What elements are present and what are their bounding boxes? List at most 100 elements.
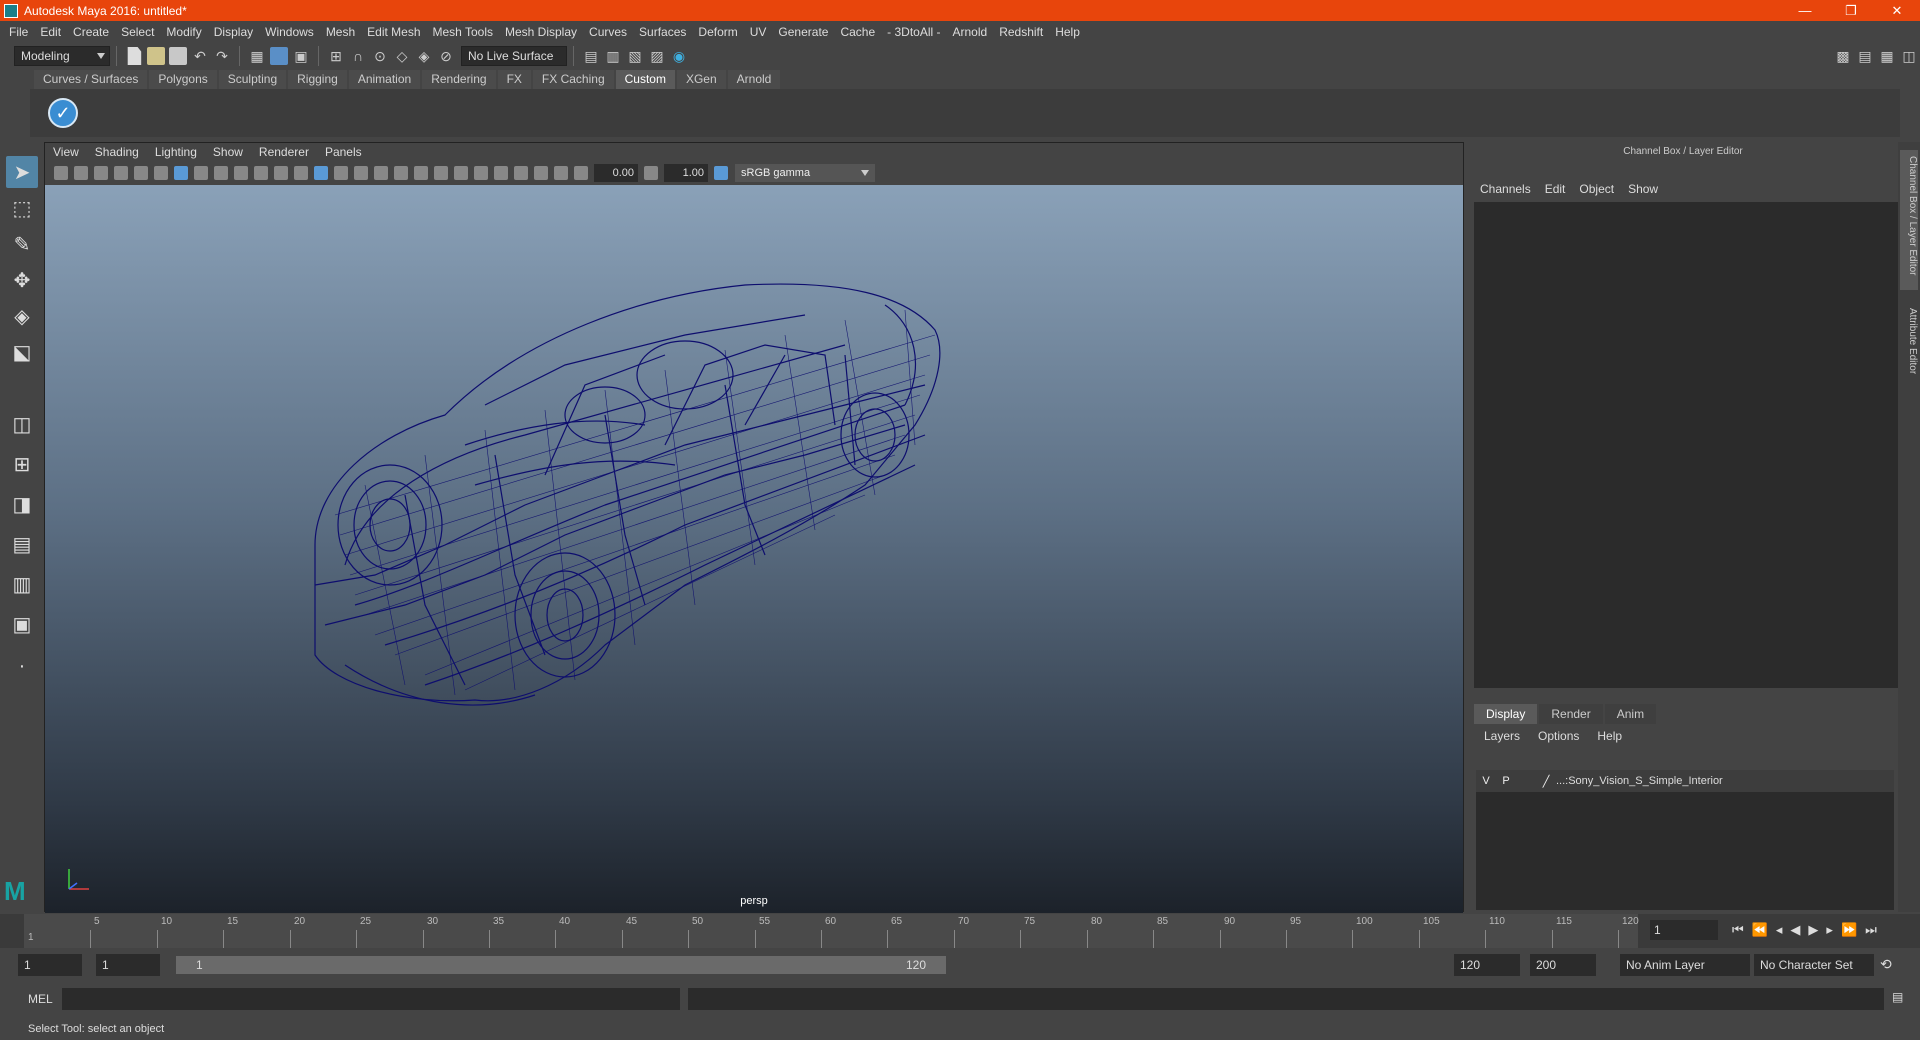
snap-curve-icon[interactable]: ∩ [349,47,367,65]
go-to-end-icon[interactable]: ⏭ [1865,922,1877,938]
animation-end-field[interactable]: 200 [1530,954,1596,976]
make-live-icon[interactable]: ⊘ [437,47,455,65]
exposure-icon[interactable] [574,166,588,180]
gamma-field[interactable]: 1.00 [664,164,708,182]
layout-outliner-icon[interactable]: ▤ [6,528,38,560]
redo-icon[interactable]: ↷ [213,47,231,65]
lasso-tool-icon[interactable]: ⬚ [6,192,38,224]
play-backwards-icon[interactable]: ◀ [1790,922,1800,938]
range-slider[interactable]: 1 120 [176,956,946,974]
layout-two-icon[interactable]: ◨ [6,488,38,520]
menu-channels[interactable]: Channels [1480,182,1531,196]
layer-row[interactable]: V P ╱ ...:Sony_Vision_S_Simple_Interior [1476,770,1894,792]
wireframe-on-shaded-icon[interactable] [354,166,368,180]
grease-pencil-icon[interactable] [154,166,168,180]
3d-scene[interactable]: persp [45,185,1463,913]
attribute-editor-toggle-icon[interactable]: ▤ [1856,47,1874,65]
bookmark-icon[interactable] [94,166,108,180]
step-back-key-icon[interactable]: ◂ [1776,922,1783,938]
snap-plane-icon[interactable]: ◇ [393,47,411,65]
undo-icon[interactable]: ↶ [191,47,209,65]
select-tool-icon[interactable]: ➤ [6,156,38,188]
shelf-tab-rigging[interactable]: Rigging [288,70,347,89]
menu-edit-mesh[interactable]: Edit Mesh [367,25,420,39]
menu-mesh[interactable]: Mesh [326,25,355,39]
menu-uv[interactable]: UV [750,25,767,39]
modeling-toolkit-icon[interactable]: ▩ [1834,47,1852,65]
go-to-start-icon[interactable]: ⏮ [1732,922,1744,938]
motion-blur-icon[interactable] [534,166,548,180]
grid-toggle-icon[interactable] [174,166,188,180]
select-component-icon[interactable]: ▣ [292,47,310,65]
menu-cb-edit[interactable]: Edit [1545,182,1566,196]
snap-point-icon[interactable]: ⊙ [371,47,389,65]
play-forwards-icon[interactable]: ▶ [1808,922,1818,938]
menu-3dtoall[interactable]: - 3DtoAll - [887,25,940,39]
anim-layer-dropdown[interactable]: No Anim Layer [1620,954,1750,976]
close-button[interactable]: ✕ [1874,0,1920,21]
menu-surfaces[interactable]: Surfaces [639,25,686,39]
side-tab-channel-box[interactable]: Channel Box / Layer Editor [1900,150,1918,290]
snap-surface-icon[interactable]: ◈ [415,47,433,65]
image-plane-icon[interactable] [114,166,128,180]
menu-mesh-display[interactable]: Mesh Display [505,25,577,39]
menu-edit[interactable]: Edit [40,25,61,39]
current-frame-field[interactable]: 1 [1650,920,1718,940]
shelf-tab-custom[interactable]: Custom [615,70,675,89]
menu-layer-help[interactable]: Help [1597,729,1622,743]
xray-components-icon[interactable] [474,166,488,180]
shadows-icon[interactable] [414,166,428,180]
anti-aliasing-icon[interactable] [554,166,568,180]
shelf-tab-animation[interactable]: Animation [348,70,421,89]
menu-cache[interactable]: Cache [840,25,875,39]
tab-anim[interactable]: Anim [1604,704,1657,724]
time-ruler[interactable]: 1 5 10 15 20 25 30 35 40 45 50 55 60 65 70 75 80 85 90 95 1… [24,914,1639,948]
menu-create[interactable]: Create [73,25,109,39]
shelf-tab-curves-surfaces[interactable]: Curves / Surfaces [34,70,148,89]
ipr-render-icon[interactable]: ▧ [626,47,644,65]
layer-playback-toggle[interactable]: P [1496,775,1516,787]
menu-generate[interactable]: Generate [778,25,828,39]
menu-display[interactable]: Display [214,25,253,39]
save-scene-icon[interactable] [169,47,187,65]
shelf-tab-xgen[interactable]: XGen [676,70,726,89]
viewport-menu-shading[interactable]: Shading [95,145,139,159]
resolution-gate-icon[interactable] [214,166,228,180]
new-scene-icon[interactable] [127,47,142,65]
script-editor-icon[interactable]: ▤ [1892,990,1903,1004]
step-forward-key-icon[interactable]: ▸ [1826,922,1833,938]
step-forward-icon[interactable]: ⏩ [1841,922,1857,938]
more-layouts-icon[interactable]: · [6,650,38,682]
shelf-tab-sculpting[interactable]: Sculpting [218,70,287,89]
smooth-shade-icon[interactable] [334,166,348,180]
menu-windows[interactable]: Windows [265,25,314,39]
viewport-menu-show[interactable]: Show [213,145,243,159]
menu-select[interactable]: Select [121,25,154,39]
rotate-tool-icon[interactable]: ◈ [6,300,38,332]
render-settings-icon[interactable]: ▨ [648,47,666,65]
shelf-tab-fx-caching[interactable]: FX Caching [532,70,614,89]
isolate-select-icon[interactable] [494,166,508,180]
auto-key-icon[interactable]: ⟲ [1880,956,1892,973]
menu-object[interactable]: Object [1579,182,1614,196]
snap-grid-icon[interactable]: ⊞ [327,47,345,65]
layer-name[interactable]: ...:Sony_Vision_S_Simple_Interior [1556,775,1723,787]
mode-dropdown[interactable]: Modeling [14,46,110,66]
textured-icon[interactable] [374,166,388,180]
menu-modify[interactable]: Modify [166,25,201,39]
minimize-button[interactable]: — [1782,0,1828,21]
viewport-menu-view[interactable]: View [53,145,79,159]
menu-deform[interactable]: Deform [698,25,737,39]
side-tab-attribute-editor[interactable]: Attribute Editor [1900,302,1918,402]
viewport-menu-renderer[interactable]: Renderer [259,145,309,159]
menu-cb-show[interactable]: Show [1628,182,1658,196]
shelf-tab-arnold[interactable]: Arnold [727,70,781,89]
shelf-tab-fx[interactable]: FX [497,70,531,89]
checkmark-shelf-icon[interactable]: ✓ [48,98,78,128]
color-management-icon[interactable] [714,166,728,180]
menu-layers[interactable]: Layers [1484,729,1520,743]
use-all-lights-icon[interactable] [394,166,408,180]
camera-select-icon[interactable] [54,166,68,180]
viewport-menu-panels[interactable]: Panels [325,145,362,159]
paint-select-icon[interactable]: ✎ [6,228,38,260]
